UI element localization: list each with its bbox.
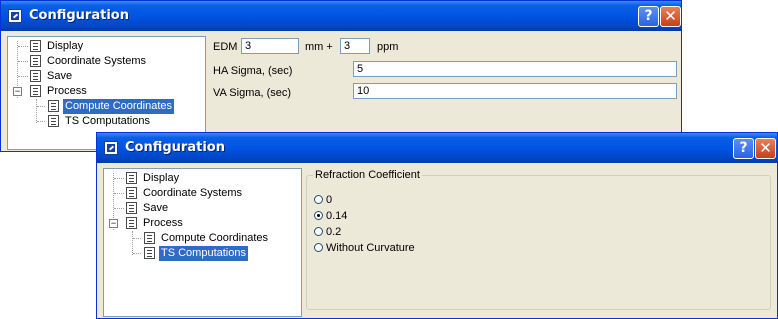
tree-node-icon: [126, 172, 137, 184]
ha-sigma-input[interactable]: 5: [353, 61, 677, 77]
edm-ppm-input[interactable]: 3: [340, 38, 370, 54]
collapse-toggle[interactable]: −: [13, 87, 22, 96]
tree-node-icon: [126, 217, 137, 229]
tree-node-icon: [30, 85, 41, 97]
close-button[interactable]: ✕: [755, 138, 776, 159]
window-title: Configuration: [125, 140, 225, 155]
tree-node-icon: [126, 187, 137, 199]
tree-node-icon: [30, 40, 41, 52]
help-button[interactable]: ?: [638, 6, 659, 27]
va-sigma-label: VA Sigma, (sec): [213, 87, 292, 99]
config-window-back: Configuration ? ✕ − Display Coordinate S…: [0, 0, 682, 152]
ha-sigma-label: HA Sigma, (sec): [213, 65, 293, 77]
settings-tree: − Display Coordinate Systems Save Proces…: [103, 168, 302, 317]
ppm-label: ppm: [377, 41, 399, 53]
group-label: Refraction Coefficient: [315, 169, 420, 181]
app-icon: [104, 141, 118, 155]
va-sigma-input[interactable]: 10: [353, 83, 677, 99]
title-bar[interactable]: Configuration ? ✕: [97, 133, 777, 163]
close-button[interactable]: ✕: [660, 6, 681, 27]
tree-node-icon: [144, 247, 155, 259]
edm-mm-input[interactable]: 3: [241, 38, 299, 54]
tree-node-icon: [30, 70, 41, 82]
tree-node-icon: [48, 100, 59, 112]
config-window-front: Configuration ? ✕ − Display Coordinate S…: [96, 132, 778, 319]
tree-node-icon: [144, 232, 155, 244]
app-icon: [8, 9, 22, 23]
tree-node-icon: [48, 115, 59, 127]
title-bar[interactable]: Configuration ? ✕: [1, 1, 681, 31]
mm-plus-label: mm +: [305, 41, 333, 53]
help-button[interactable]: ?: [733, 138, 754, 159]
refraction-coefficient-group: Refraction Coefficient 0 0.14 0.2 Withou…: [306, 169, 771, 310]
collapse-toggle[interactable]: −: [109, 219, 118, 228]
tree-node-icon: [30, 55, 41, 67]
window-title: Configuration: [29, 8, 129, 23]
tree-node-icon: [126, 202, 137, 214]
edm-label: EDM: [213, 41, 238, 53]
